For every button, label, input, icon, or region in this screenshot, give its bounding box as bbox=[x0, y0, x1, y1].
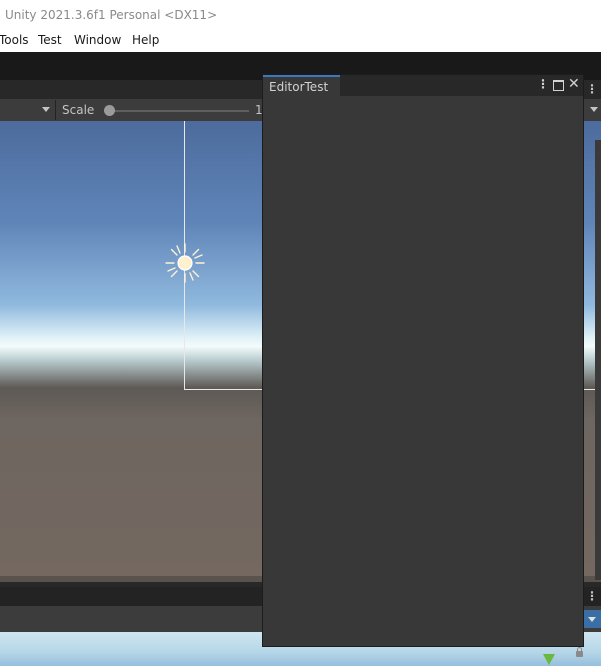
editor-test-tab-label: EditorTest bbox=[269, 80, 329, 94]
green-marker-icon bbox=[543, 654, 555, 665]
lock-icon[interactable] bbox=[576, 647, 583, 657]
console-more-icon[interactable]: ⋮ bbox=[586, 589, 598, 603]
display-dropdown-arrow-icon[interactable] bbox=[42, 107, 50, 112]
more-options-icon[interactable]: ⋮ bbox=[537, 77, 549, 91]
close-icon[interactable]: ✕ bbox=[568, 76, 580, 92]
menu-item-tools[interactable]: Tools bbox=[0, 33, 29, 47]
window-title: Unity 2021.3.6f1 Personal <DX11> bbox=[5, 8, 218, 22]
scale-slider-handle[interactable] bbox=[104, 105, 115, 116]
title-bar: Unity 2021.3.6f1 Personal <DX11> bbox=[0, 0, 601, 30]
editor-test-header: EditorTest ⋮ ✕ bbox=[263, 75, 583, 96]
tab-editor-test[interactable]: EditorTest bbox=[263, 75, 340, 96]
menu-item-test[interactable]: Test bbox=[38, 33, 62, 47]
menu-item-window[interactable]: Window bbox=[74, 33, 121, 47]
game-view-dropdown-arrow-icon[interactable] bbox=[590, 107, 598, 112]
background-panel-edge bbox=[595, 140, 601, 580]
scale-label: Scale bbox=[62, 103, 95, 117]
console-dropdown-button[interactable] bbox=[584, 610, 601, 628]
directional-light-sun-icon[interactable] bbox=[164, 242, 206, 284]
menu-bar: Tools Test Window Help bbox=[0, 30, 601, 52]
toolbar-separator bbox=[55, 100, 56, 120]
scale-slider-track[interactable] bbox=[104, 110, 249, 112]
game-tab-more-icon[interactable]: ⋮ bbox=[586, 82, 598, 96]
editor-test-window[interactable]: EditorTest ⋮ ✕ bbox=[262, 74, 584, 647]
menu-item-help[interactable]: Help bbox=[132, 33, 159, 47]
maximize-icon[interactable] bbox=[553, 80, 564, 91]
